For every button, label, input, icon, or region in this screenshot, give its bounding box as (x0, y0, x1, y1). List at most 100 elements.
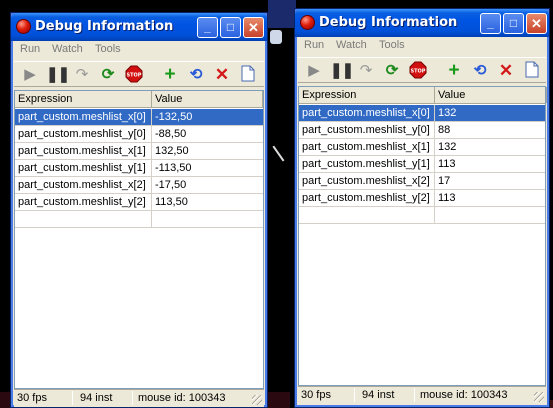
background-shape (270, 30, 282, 44)
table-row[interactable]: part_custom.meshlist_y[2] 113 (299, 190, 545, 207)
delete-icon[interactable]: ✕ (496, 61, 516, 81)
fps-status: 30 fps (17, 392, 47, 404)
pause-icon[interactable]: ❚❚ (46, 65, 70, 85)
page-icon[interactable] (238, 65, 258, 85)
sync-icon[interactable]: ⟲ (186, 65, 206, 85)
resize-grip[interactable] (534, 392, 544, 402)
table-row[interactable]: part_custom.meshlist_x[0] 132 (299, 105, 545, 122)
table-row[interactable]: part_custom.meshlist_x[2] -17,50 (15, 177, 263, 194)
window-title: Debug Information (319, 15, 458, 30)
column-expression[interactable]: Expression (299, 87, 435, 103)
table-row[interactable]: part_custom.meshlist_x[1] 132,50 (15, 143, 263, 160)
maximize-button[interactable]: □ (220, 17, 241, 38)
menu-tools[interactable]: Tools (379, 39, 405, 51)
status-divider (414, 388, 415, 402)
table-row[interactable]: part_custom.meshlist_y[0] 88 (299, 122, 545, 139)
resize-grip[interactable] (252, 395, 262, 405)
status-bar: 30 fps 94 inst mouse id: 100343 (298, 386, 546, 404)
svg-text:STOP: STOP (411, 69, 426, 75)
value-cell: 132,50 (155, 145, 189, 157)
table-header: Expression Value (15, 91, 263, 108)
step-icon[interactable]: ↷ (72, 65, 92, 85)
value-cell: 113 (438, 192, 456, 204)
refresh-icon[interactable]: ⟳ (382, 61, 402, 81)
minimize-button[interactable]: _ (480, 13, 501, 34)
toolbar: ▶ ❚❚ ↷ ⟳ STOP + ⟲ ✕ (298, 57, 546, 83)
status-divider (132, 391, 133, 405)
value-cell: -113,50 (155, 162, 192, 174)
close-button[interactable]: ✕ (526, 13, 547, 34)
expression-cell: part_custom.meshlist_x[2] (299, 173, 435, 189)
menu-bar: Run Watch Tools (298, 37, 546, 55)
table-row[interactable]: part_custom.meshlist_y[1] -113,50 (15, 160, 263, 177)
expression-cell: part_custom.meshlist_y[2] (299, 190, 435, 206)
expression-cell: part_custom.meshlist_x[0] (299, 105, 435, 121)
status-divider (354, 388, 355, 402)
sync-icon[interactable]: ⟲ (470, 61, 490, 81)
column-value[interactable]: Value (435, 87, 547, 103)
expression-cell: part_custom.meshlist_x[1] (299, 139, 435, 155)
toolbar: ▶ ❚❚ ↷ ⟳ STOP + ⟲ ✕ (14, 61, 264, 87)
expression-cell: part_custom.meshlist_y[1] (299, 156, 435, 172)
expression-cell: part_custom.meshlist_x[1] (15, 143, 152, 159)
value-cell: 132 (438, 141, 457, 153)
close-button[interactable]: ✕ (243, 17, 264, 38)
value-cell: -88,50 (155, 128, 187, 140)
stop-icon[interactable]: STOP (124, 65, 144, 85)
play-icon[interactable]: ▶ (20, 65, 40, 85)
empty-row[interactable] (15, 211, 263, 228)
table-header: Expression Value (299, 87, 547, 104)
pause-icon[interactable]: ❚❚ (330, 61, 354, 81)
title-bar[interactable]: Debug Information _ □ ✕ (11, 13, 267, 41)
table-row[interactable]: part_custom.meshlist_y[2] 113,50 (15, 194, 263, 211)
step-icon[interactable]: ↷ (356, 61, 376, 81)
menu-bar: Run Watch Tools (14, 41, 264, 59)
app-icon (300, 15, 315, 30)
fps-status: 30 fps (301, 389, 331, 401)
empty-row[interactable] (299, 207, 545, 224)
expression-cell: part_custom.meshlist_x[2] (15, 177, 152, 193)
debug-window-left: Debug Information _ □ ✕ Run Watch Tools … (10, 12, 268, 408)
menu-watch[interactable]: Watch (336, 39, 367, 51)
maximize-button[interactable]: □ (503, 13, 524, 34)
value-cell: 88 (438, 124, 451, 136)
value-cell: -132,50 (155, 111, 193, 123)
expression-cell: part_custom.meshlist_y[1] (15, 160, 152, 176)
app-icon (16, 19, 31, 34)
table-row[interactable]: part_custom.meshlist_x[1] 132 (299, 139, 545, 156)
expression-cell: part_custom.meshlist_y[0] (299, 122, 435, 138)
debug-window-right: Debug Information _ □ ✕ Run Watch Tools … (294, 8, 550, 408)
menu-watch[interactable]: Watch (52, 43, 83, 55)
background-shape (268, 0, 296, 28)
refresh-icon[interactable]: ⟳ (98, 65, 118, 85)
expression-cell: part_custom.meshlist_x[0] (15, 109, 152, 125)
column-expression[interactable]: Expression (15, 91, 152, 107)
inst-status: 94 inst (362, 389, 395, 401)
title-bar[interactable]: Debug Information _ □ ✕ (295, 9, 549, 37)
table-row[interactable]: part_custom.meshlist_x[2] 17 (299, 173, 545, 190)
page-icon[interactable] (522, 61, 542, 81)
column-value[interactable]: Value (152, 91, 263, 107)
menu-tools[interactable]: Tools (95, 43, 121, 55)
table-row[interactable]: part_custom.meshlist_y[0] -88,50 (15, 126, 263, 143)
value-cell: 132 (438, 107, 457, 119)
menu-run[interactable]: Run (20, 43, 40, 55)
delete-icon[interactable]: ✕ (212, 65, 232, 85)
value-cell: -17,50 (155, 179, 187, 191)
table-row[interactable]: part_custom.meshlist_x[0] -132,50 (15, 109, 263, 126)
value-cell: 113 (438, 158, 456, 170)
minimize-button[interactable]: _ (197, 17, 218, 38)
add-icon[interactable]: + (444, 61, 464, 81)
expression-cell (299, 207, 435, 223)
add-icon[interactable]: + (160, 65, 180, 85)
watch-table: Expression Value part_custom.meshlist_x[… (298, 86, 547, 386)
status-divider (72, 391, 73, 405)
table-row[interactable]: part_custom.meshlist_y[1] 113 (299, 156, 545, 173)
stop-icon[interactable]: STOP (408, 61, 428, 81)
window-title: Debug Information (35, 19, 174, 34)
expression-cell (15, 211, 152, 227)
inst-status: 94 inst (80, 392, 113, 404)
menu-run[interactable]: Run (304, 39, 324, 51)
play-icon[interactable]: ▶ (304, 61, 324, 81)
expression-cell: part_custom.meshlist_y[2] (15, 194, 152, 210)
